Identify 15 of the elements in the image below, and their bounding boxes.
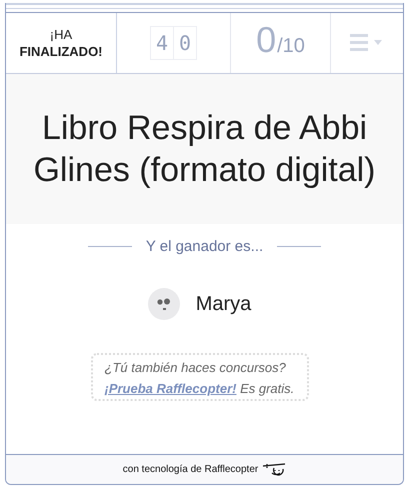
promo-text: ¿Tú también haces concursos? ¡Prueba Rafflecopter! Es gratis. <box>104 359 294 398</box>
logo-icon <box>262 462 286 476</box>
avatar-icon <box>148 288 180 320</box>
winner-name: Marya <box>196 292 252 316</box>
menu-icon[interactable] <box>350 34 384 52</box>
entries-count: 0 <box>256 19 276 61</box>
counter-digit: 4 <box>150 27 174 59</box>
promo-link[interactable]: ¡Prueba Rafflecopter! <box>104 381 236 396</box>
prize-title: Libro Respira de Abbi Glines (formato digital) <box>32 108 376 191</box>
status-label: FINALIZADO! <box>19 43 103 60</box>
winner-heading: Y el ganador es... <box>146 238 264 255</box>
footer-text: con tecnología de Rafflecopter <box>122 464 258 475</box>
entries-total: /10 <box>277 35 305 58</box>
counter-digit: 0 <box>178 30 192 57</box>
status-label: ¡HA <box>50 26 72 43</box>
